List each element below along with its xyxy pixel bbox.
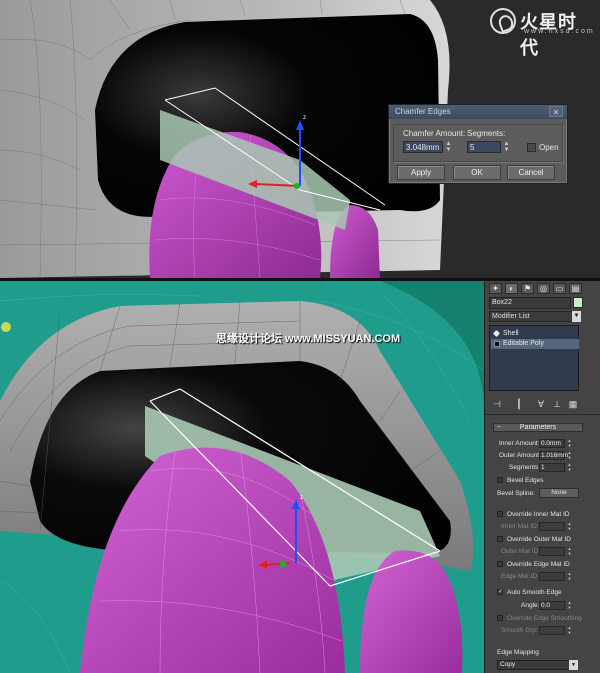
parameters-title: Parameters <box>519 424 557 431</box>
screenshot-composite: z 火星时代 www.hxsd.com Chamfer Edges × Cham… <box>0 0 600 673</box>
box-icon <box>494 341 500 347</box>
bottom-gizmo-z-label: z <box>300 495 303 501</box>
stack-item-shell[interactable]: Shell <box>491 329 579 339</box>
collapse-icon[interactable]: − <box>497 424 501 431</box>
override-inner-mat-checkbox[interactable] <box>497 511 503 517</box>
auto-smooth-label: Auto Smooth Edge <box>507 589 562 596</box>
inner-mat-id-spinner: ▲ ▼ <box>567 521 572 531</box>
open-checkbox[interactable] <box>527 143 536 152</box>
outer-mat-id-spinner: ▲ ▼ <box>567 546 572 556</box>
edge-mapping-label: Edge Mapping <box>497 649 539 656</box>
inner-mat-id-field <box>539 522 565 531</box>
stack-toolbar: ⊣ ┃ ∀ ⊥ ▦ <box>489 398 579 410</box>
cancel-button[interactable]: Cancel <box>507 165 555 180</box>
segments-field[interactable]: 5 <box>467 141 501 153</box>
chamfer-amount-spinner[interactable]: ▲ ▼ <box>445 141 452 153</box>
stack-item-label: Shell <box>503 330 519 337</box>
edge-mat-id-label: Edge Mat ID: <box>501 573 539 580</box>
pin-stack-icon[interactable]: ⊣ <box>491 398 503 410</box>
object-color-swatch[interactable] <box>573 297 583 308</box>
logo-url-text: www.hxsd.com <box>524 28 595 35</box>
parameters-rollout: − Parameters Inner Amount: 0.0mm ▲ ▼ Oute… <box>491 421 587 673</box>
angle-label: Angle: <box>521 602 540 609</box>
show-end-result-icon[interactable]: ┃ <box>513 398 525 410</box>
top-viewport[interactable]: z 火星时代 www.hxsd.com Chamfer Edges × Cham… <box>0 0 600 278</box>
outer-mat-id-field <box>539 547 565 556</box>
parameters-rollout-header[interactable]: − Parameters <box>493 423 583 432</box>
utilities-icon[interactable]: ▤ <box>569 283 582 294</box>
override-edge-mat-checkbox[interactable] <box>497 561 503 567</box>
stack-item-label: Editable Poly <box>503 340 544 347</box>
modifier-stack[interactable]: Shell Editable Poly <box>489 325 579 391</box>
segments-spinner[interactable]: ▲ ▼ <box>503 141 510 153</box>
segments-spinner[interactable]: ▲ ▼ <box>567 462 572 472</box>
chamfer-amount-field[interactable]: 3.048mm <box>403 141 443 153</box>
segments-label: Segments: <box>509 464 541 471</box>
bevel-spline-button[interactable]: None <box>539 488 579 498</box>
edge-mat-id-spinner: ▲ ▼ <box>567 571 572 581</box>
bevel-edges-checkbox[interactable] <box>497 477 503 483</box>
hxsd-logo: 火星时代 www.hxsd.com <box>490 6 595 58</box>
outer-mat-id-label: Outer Mat ID: <box>501 548 541 555</box>
angle-field[interactable]: 0.0 <box>539 601 565 610</box>
chevron-down-icon[interactable]: ▼ <box>572 311 581 322</box>
chamfer-amount-label: Chamfer Amount: <box>403 129 466 138</box>
close-icon[interactable]: × <box>549 106 563 117</box>
missyuan-watermark: 思缘设计论坛 www.MISSYUAN.COM <box>216 333 401 345</box>
divider <box>485 414 600 415</box>
chamfer-edges-dialog: Chamfer Edges × Chamfer Amount: 3.048mm … <box>388 104 568 184</box>
dialog-titlebar[interactable]: Chamfer Edges × <box>389 105 567 119</box>
outer-amount-label: Outer Amount: <box>499 452 541 459</box>
hxsd-logo-icon <box>490 8 516 34</box>
inner-mat-id-label: Inner Mat ID: <box>501 523 539 530</box>
override-outer-mat-label: Override Outer Mat ID <box>507 536 571 543</box>
hierarchy-icon[interactable]: ⚑ <box>521 283 534 294</box>
chevron-down-icon[interactable]: ▼ <box>569 660 578 670</box>
stack-item-editable-poly[interactable]: Editable Poly <box>491 339 579 349</box>
segments-label: Segments: <box>467 129 506 138</box>
modifier-list-dropdown[interactable]: Modifier List <box>489 311 579 322</box>
motion-icon[interactable]: ◎ <box>537 283 550 294</box>
outer-amount-field[interactable]: 1.016mm <box>539 451 568 460</box>
remove-modifier-icon[interactable]: ⊥ <box>551 398 563 410</box>
smooth-grp-label: Smooth Grp: <box>501 627 538 634</box>
override-inner-mat-label: Override Inner Mat ID <box>507 511 570 518</box>
edge-mapping-dropdown[interactable]: Copy <box>497 660 573 670</box>
configure-sets-icon[interactable]: ▦ <box>567 398 579 410</box>
open-label: Open <box>539 143 559 152</box>
bevel-edges-label: Bevel Edges <box>507 477 544 484</box>
apply-button[interactable]: Apply <box>397 165 445 180</box>
smooth-grp-spinner: ▲ ▼ <box>567 625 572 635</box>
override-outer-mat-checkbox[interactable] <box>497 536 503 542</box>
edge-mat-id-field <box>539 572 565 581</box>
top-gizmo-z-label: z <box>303 115 306 121</box>
make-unique-icon[interactable]: ∀ <box>535 398 547 410</box>
dialog-title: Chamfer Edges <box>395 107 451 116</box>
bulb-icon[interactable] <box>492 329 501 338</box>
command-panel: ✦ ◐ ⚑ ◎ ▭ ▤ Box22 Modifier List ▼ Shell … <box>484 281 600 673</box>
object-name-field[interactable]: Box22 <box>489 297 571 309</box>
auto-smooth-checkbox[interactable]: ✓ <box>497 589 503 595</box>
inner-amount-label: Inner Amount: <box>499 440 540 447</box>
override-smoothing-label: Override Edge Smoothing <box>507 615 582 622</box>
angle-spinner[interactable]: ▲ ▼ <box>567 600 572 610</box>
bevel-spline-label: Bevel Spline: <box>497 490 535 497</box>
override-smoothing-checkbox[interactable] <box>497 615 503 621</box>
inner-amount-field[interactable]: 0.0mm <box>539 439 565 448</box>
inner-amount-spinner[interactable]: ▲ ▼ <box>567 438 572 448</box>
display-icon[interactable]: ▭ <box>553 283 566 294</box>
ok-button[interactable]: OK <box>453 165 501 180</box>
smooth-grp-field <box>539 626 565 635</box>
create-icon[interactable]: ✦ <box>489 283 502 294</box>
bottom-viewport[interactable]: z 思缘设计论坛 www.MISSYUAN.COM <box>0 281 484 673</box>
outer-amount-spinner[interactable]: ▲ ▼ <box>567 450 572 460</box>
modify-icon[interactable]: ◐ <box>505 283 518 294</box>
command-panel-tabs: ✦ ◐ ⚑ ◎ ▭ ▤ <box>489 283 597 295</box>
segments-field[interactable]: 1 <box>539 463 565 472</box>
override-edge-mat-label: Override Edge Mat ID <box>507 561 570 568</box>
